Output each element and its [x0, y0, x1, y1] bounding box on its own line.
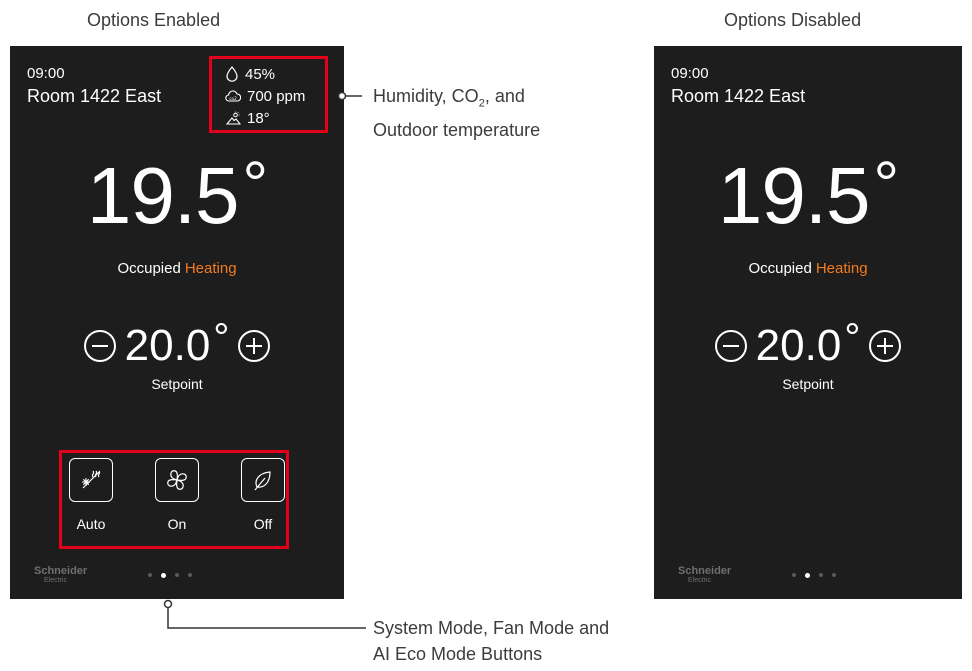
page-dot-active[interactable] — [805, 572, 810, 578]
logo-wordmark: Schneider — [678, 565, 732, 577]
annotation-status-line1: Humidity, CO2, and — [373, 83, 540, 117]
page-dot[interactable] — [792, 573, 796, 577]
occupancy-status: Occupied Heating — [654, 260, 962, 277]
increase-setpoint-button[interactable] — [868, 329, 902, 363]
annotation-mode-buttons: System Mode, Fan Mode and AI Eco Mode Bu… — [373, 615, 609, 667]
heating-state: Heating — [815, 260, 868, 277]
decrease-setpoint-button[interactable] — [714, 329, 748, 363]
current-temperature-unit: ° — [873, 148, 900, 220]
annotation-mode-line1: System Mode, Fan Mode and — [373, 618, 610, 638]
clock-time: 09:00 — [671, 65, 709, 82]
annotation-status-line2: Outdoor temperature — [373, 119, 541, 140]
occupancy-label: Occupied — [748, 260, 812, 277]
setpoint-control: 20.0° — [654, 318, 962, 370]
current-temperature-value: 19.5 — [717, 151, 871, 240]
page-indicator — [792, 572, 836, 578]
schneider-logo: Schneider Electric — [678, 565, 732, 585]
annotation-status-suffix: , and — [484, 86, 525, 106]
annotation-mode-line2: AI Eco Mode Buttons — [373, 644, 543, 664]
current-temperature: 19.5° — [654, 152, 962, 236]
page-dot[interactable] — [832, 573, 836, 577]
logo-subtext: Electric — [688, 577, 711, 584]
setpoint-unit: ° — [844, 316, 861, 360]
annotation-status-prefix: Humidity, CO — [373, 86, 479, 106]
annotation-status-readouts: Humidity, CO2, and Outdoor temperature — [373, 83, 540, 143]
thermostat-screen-disabled: 09:00 Room 1422 East 19.5° Occupied Heati… — [654, 46, 962, 599]
setpoint-number: 20.0 — [755, 321, 842, 370]
setpoint-label: Setpoint — [782, 376, 834, 392]
page-dot[interactable] — [819, 573, 823, 577]
setpoint-value: 20.0° — [755, 318, 861, 370]
room-name: Room 1422 East — [671, 86, 806, 106]
